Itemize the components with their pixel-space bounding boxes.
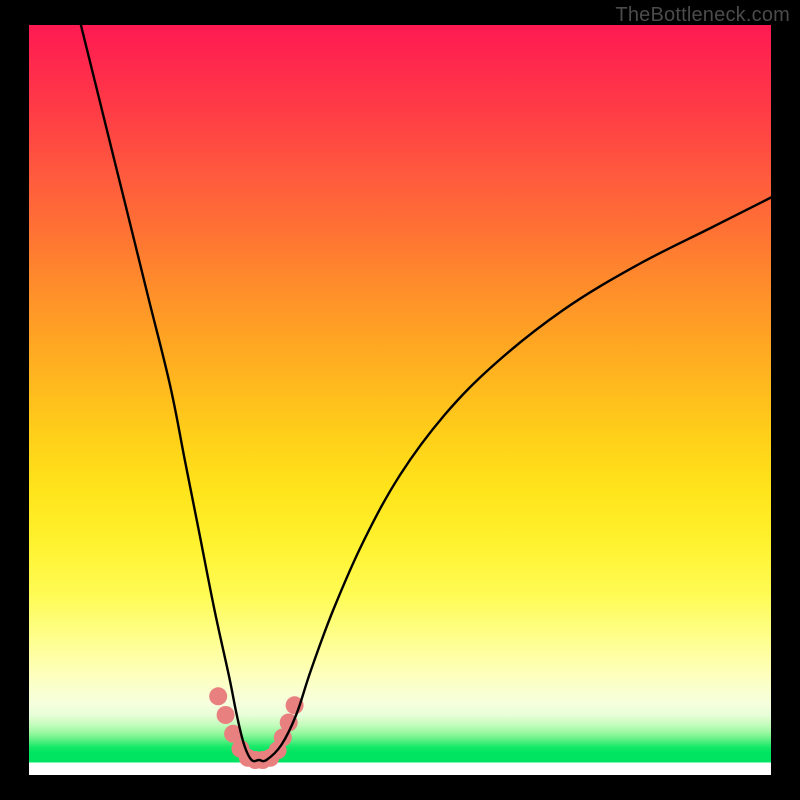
- chart-frame: TheBottleneck.com: [0, 0, 800, 800]
- curve-layer: [29, 25, 771, 775]
- plot-area: [29, 25, 771, 775]
- bottleneck-curve: [81, 25, 771, 761]
- curve-marker: [209, 687, 227, 705]
- curve-marker: [217, 706, 235, 724]
- watermark-text: TheBottleneck.com: [615, 4, 790, 27]
